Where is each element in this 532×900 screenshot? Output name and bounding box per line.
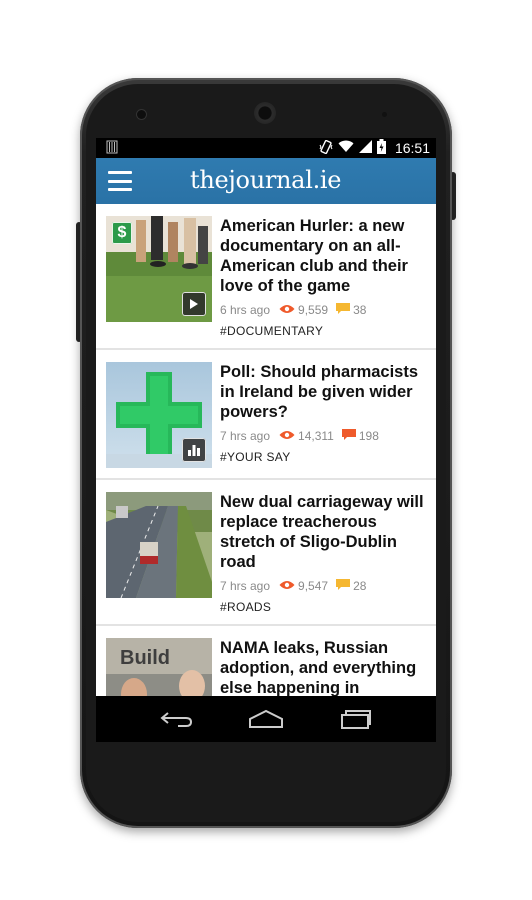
poll-chart-icon	[182, 438, 206, 462]
logo-suffix: .ie	[312, 166, 342, 194]
paid-badge: $	[112, 222, 132, 244]
wifi-icon	[338, 140, 354, 156]
article-thumbnail[interactable]	[106, 362, 212, 468]
article-time: 6 hrs ago	[220, 303, 271, 317]
vibrate-icon	[319, 139, 333, 157]
article-card[interactable]: New dual carriageway will replace treach…	[96, 480, 436, 626]
article-meta: 6 hrs ago 9,559 38	[220, 302, 426, 318]
views-eye-icon	[279, 429, 295, 443]
comment-count: 38	[353, 303, 367, 317]
article-meta: 7 hrs ago 9,547 28	[220, 578, 426, 594]
article-headline[interactable]: New dual carriageway will replace treach…	[220, 492, 426, 572]
article-thumbnail[interactable]	[106, 492, 212, 598]
system-nav-bar	[96, 696, 436, 742]
signal-icon	[358, 140, 372, 156]
app-bar: thejournal.ie	[96, 158, 436, 204]
notification-icon	[106, 140, 118, 157]
logo-text: thejournal	[190, 166, 313, 194]
comment-count: 28	[353, 579, 367, 593]
article-time: 7 hrs ago	[220, 579, 271, 593]
earpiece-speaker	[254, 102, 276, 124]
thumb-sign-text: Build	[120, 647, 170, 669]
article-text: Poll: Should pharmacists in Ireland be g…	[220, 362, 426, 468]
battery-icon	[376, 139, 386, 157]
article-card[interactable]: Poll: Should pharmacists in Ireland be g…	[96, 350, 436, 480]
article-text: NAMA leaks, Russian adoption, and everyt…	[220, 638, 426, 696]
article-tag[interactable]: #DOCUMENTARY	[220, 324, 426, 338]
back-icon[interactable]	[154, 704, 200, 734]
view-count: 14,311	[298, 429, 334, 443]
front-camera	[137, 110, 146, 119]
phone-screen: 16:51 thejournal.ie $ American Hurler: a…	[96, 138, 436, 742]
proximity-sensor	[382, 112, 387, 117]
views-eye-icon	[279, 303, 295, 317]
article-card[interactable]: $ American Hurler: a new documentary on …	[96, 204, 436, 350]
article-thumbnail[interactable]: $	[106, 216, 212, 322]
status-bar: 16:51	[96, 138, 436, 158]
comment-bubble-icon	[336, 302, 351, 318]
home-icon[interactable]	[243, 704, 289, 734]
comment-bubble-icon	[341, 428, 356, 444]
view-count: 9,559	[298, 303, 329, 317]
play-icon	[182, 292, 206, 316]
status-time: 16:51	[394, 140, 430, 156]
article-meta: 7 hrs ago 14,311 198	[220, 428, 426, 444]
article-time: 7 hrs ago	[220, 429, 271, 443]
article-thumbnail[interactable]: Build	[106, 638, 212, 696]
article-text: New dual carriageway will replace treach…	[220, 492, 426, 614]
comment-bubble-icon	[336, 578, 351, 594]
recent-apps-icon[interactable]	[332, 704, 378, 734]
hamburger-menu-icon[interactable]	[108, 171, 132, 191]
article-card[interactable]: Build NAMA leaks, Russian adoption, and …	[96, 626, 436, 696]
app-logo: thejournal.ie	[190, 166, 341, 194]
views-eye-icon	[279, 579, 295, 593]
article-headline[interactable]: American Hurler: a new documentary on an…	[220, 216, 426, 296]
article-text: American Hurler: a new documentary on an…	[220, 216, 426, 338]
article-headline[interactable]: NAMA leaks, Russian adoption, and everyt…	[220, 638, 426, 696]
comment-count: 198	[358, 429, 379, 443]
article-tag[interactable]: #YOUR SAY	[220, 450, 426, 464]
article-headline[interactable]: Poll: Should pharmacists in Ireland be g…	[220, 362, 426, 422]
article-tag[interactable]: #ROADS	[220, 600, 426, 614]
article-feed[interactable]: $ American Hurler: a new documentary on …	[96, 204, 436, 696]
view-count: 9,547	[298, 579, 329, 593]
